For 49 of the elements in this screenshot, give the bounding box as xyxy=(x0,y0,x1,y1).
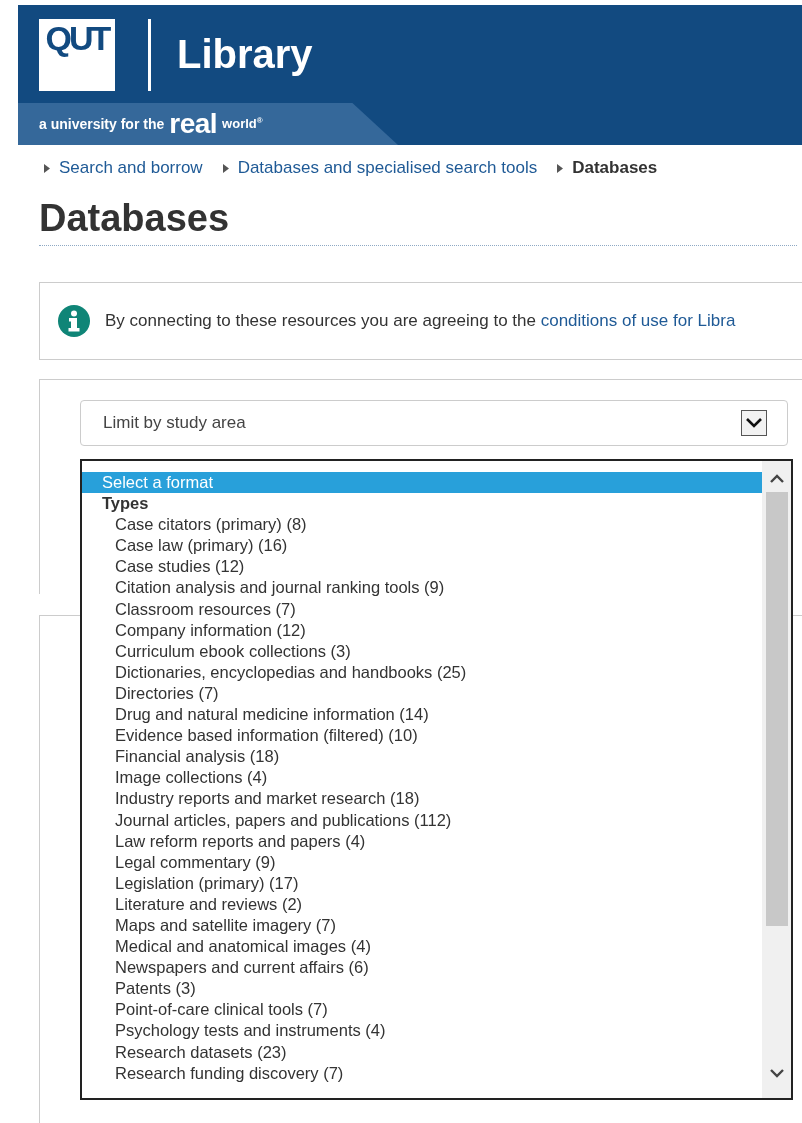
list-option[interactable]: Research datasets (23) xyxy=(82,1041,762,1063)
list-option[interactable]: Point-of-care clinical tools (7) xyxy=(82,999,762,1021)
list-option[interactable]: Medical and anatomical images (4) xyxy=(82,936,762,958)
list-option[interactable]: Case citators (primary) (8) xyxy=(82,514,762,536)
scrollbar-thumb[interactable] xyxy=(765,492,788,926)
logo[interactable]: QUT xyxy=(39,19,115,91)
list-option[interactable]: Legal commentary (9) xyxy=(82,851,762,873)
list-option[interactable]: Literature and reviews (2) xyxy=(82,893,762,915)
list-option[interactable]: Case law (primary) (16) xyxy=(82,535,762,557)
caret-icon xyxy=(557,163,564,173)
breadcrumb-link[interactable]: Search and borrow xyxy=(59,158,203,178)
breadcrumb-link[interactable]: Databases and specialised search tools xyxy=(237,158,538,178)
site-title[interactable]: Library xyxy=(177,31,313,77)
format-listbox[interactable] xyxy=(80,459,793,1100)
breadcrumb-link[interactable]: Databases xyxy=(572,158,658,178)
tagline-emphasis: real xyxy=(169,110,218,138)
list-option[interactable]: Journal articles, papers and publications (112) xyxy=(82,809,762,831)
list-option[interactable]: Image collections (4) xyxy=(82,767,762,789)
list-option[interactable]: Legislation (primary) (17) xyxy=(82,872,762,894)
conditions-link[interactable]: conditions of use for Libra xyxy=(540,311,736,330)
list-option[interactable]: Evidence based information (filtered) (10) xyxy=(82,725,762,747)
caret-icon xyxy=(222,163,229,173)
list-option[interactable]: Citation analysis and journal ranking tools (9) xyxy=(82,577,762,599)
list-option[interactable]: Classroom resources (7) xyxy=(82,598,762,620)
list-option[interactable]: Industry reports and market research (18) xyxy=(82,788,762,810)
notice-text: By connecting to these resources you are agreeing to the conditions of use for Libra xyxy=(105,311,736,331)
list-option[interactable]: Curriculum ebook collections (3) xyxy=(82,640,762,662)
info-icon xyxy=(58,305,90,337)
scrollbar[interactable] xyxy=(762,461,791,1098)
dropdown-chevron-icon xyxy=(741,410,767,436)
list-option[interactable]: Patents (3) xyxy=(82,978,762,1000)
list-option[interactable]: Drug and natural medicine information (14) xyxy=(82,704,762,726)
option-group-label: Types xyxy=(101,493,150,515)
page-heading: Databases xyxy=(39,196,797,246)
list-option[interactable]: Directories (7) xyxy=(82,682,762,705)
list-option[interactable]: Research funding discovery (7) xyxy=(82,1062,762,1084)
study-area-select[interactable]: Limit by study area xyxy=(80,400,788,446)
list-option[interactable]: Psychology tests and instruments (4) xyxy=(82,1020,762,1042)
tagline-text: a university for the xyxy=(39,116,165,132)
tagline-text: world$^{®}$ xyxy=(222,116,263,132)
list-option[interactable]: Financial analysis (18) xyxy=(82,746,762,768)
list-option[interactable]: Newspapers and current affairs (6) xyxy=(82,957,762,979)
list-option[interactable]: Case studies (12) xyxy=(82,556,762,578)
list-option[interactable]: Dictionaries, encyclopedias and handbooks (25) xyxy=(82,661,762,683)
caret-icon xyxy=(44,163,50,173)
list-option[interactable]: Company information (12) xyxy=(82,619,762,641)
scroll-down-icon[interactable] xyxy=(768,1066,785,1080)
list-option[interactable]: Law reform reports and papers (4) xyxy=(82,830,762,852)
list-option[interactable]: Maps and satellite imagery (7) xyxy=(82,914,762,937)
